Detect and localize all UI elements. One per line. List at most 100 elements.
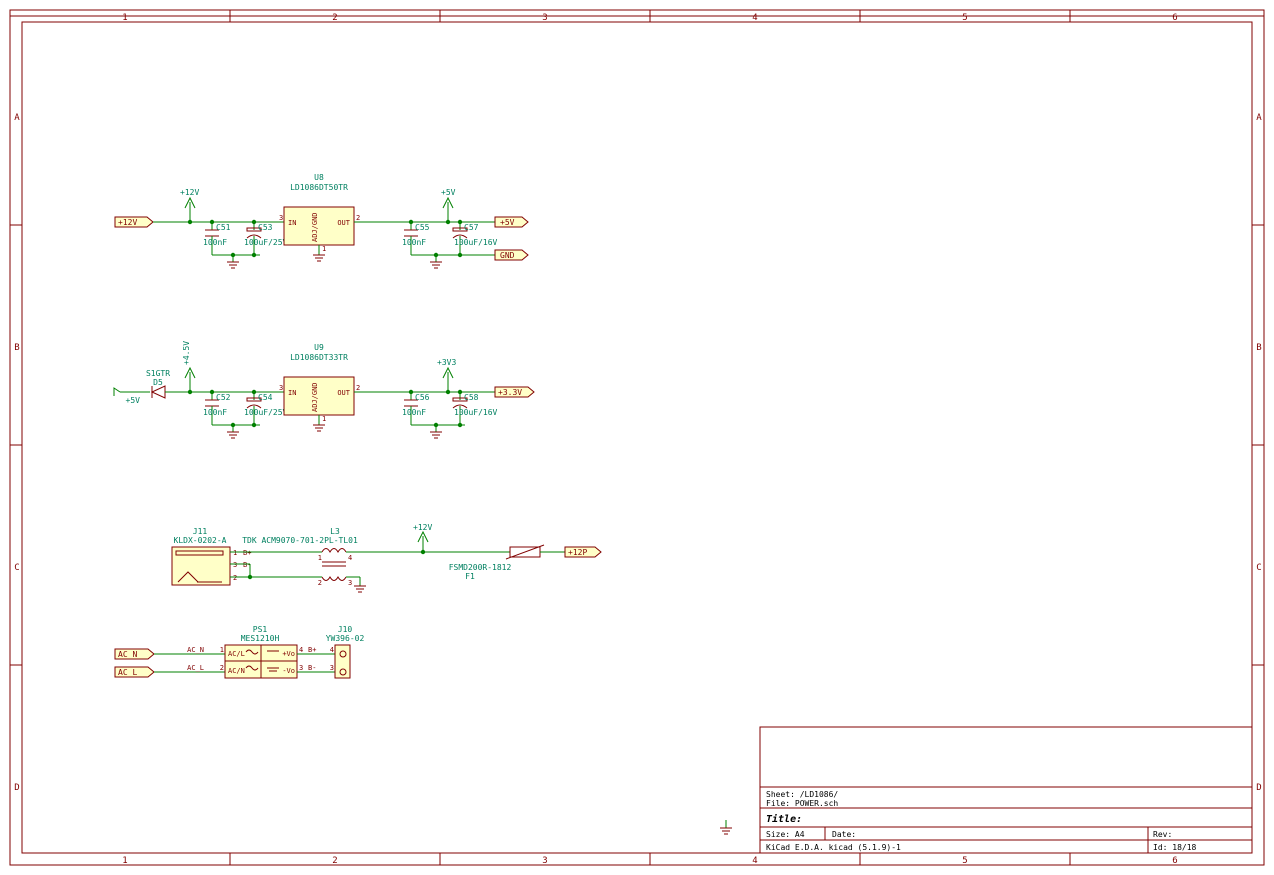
- svg-text:MES1210H: MES1210H: [241, 634, 280, 643]
- svg-text:L3: L3: [330, 527, 340, 536]
- svg-text:3: 3: [542, 13, 547, 23]
- svg-text:U9: U9: [314, 343, 324, 352]
- svg-text:C: C: [14, 563, 19, 573]
- svg-text:1: 1: [322, 415, 326, 423]
- svg-text:1: 1: [122, 13, 127, 23]
- svg-text:1: 1: [318, 554, 322, 562]
- regulator-block-3v3: +5V S1GTR D5 +4.5V C52 100nF C54 100uF/2…: [114, 341, 534, 438]
- svg-text:6: 6: [1172, 856, 1177, 866]
- svg-text:2: 2: [233, 574, 237, 582]
- svg-text:AC_N: AC_N: [187, 646, 204, 654]
- cap-c55: C55 100nF: [402, 222, 430, 255]
- svg-text:J11: J11: [193, 527, 208, 536]
- svg-text:100uF/25V: 100uF/25V: [244, 408, 288, 417]
- cap-c56: C56 100nF: [402, 392, 430, 425]
- svg-text:B: B: [1256, 343, 1261, 353]
- svg-text:AC_N: AC_N: [118, 650, 137, 659]
- svg-text:1: 1: [220, 646, 224, 654]
- cap-c58: C58 100uF/16V: [453, 392, 498, 425]
- svg-text:ADJ/GND: ADJ/GND: [311, 212, 319, 242]
- svg-text:-Vo: -Vo: [282, 667, 295, 675]
- svg-text:Id: 18/18: Id: 18/18: [1153, 843, 1197, 852]
- svg-text:KLDX-0202-A: KLDX-0202-A: [174, 536, 227, 545]
- svg-text:+3.3V: +3.3V: [498, 388, 522, 397]
- svg-text:FSMD200R-1812: FSMD200R-1812: [449, 563, 512, 572]
- svg-text:100uF/16V: 100uF/16V: [454, 238, 498, 247]
- svg-text:2: 2: [356, 214, 360, 222]
- svg-text:3: 3: [542, 856, 547, 866]
- svg-text:KiCad E.D.A. kicad (5.1.9)-1: KiCad E.D.A. kicad (5.1.9)-1: [766, 843, 901, 852]
- netlabel-12v-in: +12V: [115, 217, 153, 227]
- svg-text:B+: B+: [243, 549, 251, 557]
- svg-text:100uF/16V: 100uF/16V: [454, 408, 498, 417]
- svg-text:+12P: +12P: [568, 548, 587, 557]
- svg-text:4: 4: [752, 13, 757, 23]
- cap-c53: C53 100uF/25V: [244, 222, 288, 255]
- svg-text:5: 5: [962, 13, 967, 23]
- svg-text:LD1086DT50TR: LD1086DT50TR: [290, 183, 348, 192]
- power-5v: +5V: [441, 188, 456, 222]
- svg-text:C: C: [1256, 563, 1261, 573]
- svg-text:+12V: +12V: [180, 188, 199, 197]
- svg-text:+5V: +5V: [500, 218, 515, 227]
- fuse-f1: FSMD200R-1812 F1: [449, 545, 544, 581]
- svg-text:B-: B-: [308, 664, 316, 672]
- ac-input-block: AC_N AC_L AC_N 1 AC_L 2 PS1 MES1210H AC/…: [115, 625, 364, 678]
- svg-text:J10: J10: [338, 625, 353, 634]
- svg-text:IN: IN: [288, 219, 296, 227]
- svg-text:100uF/25V: 100uF/25V: [244, 238, 288, 247]
- svg-text:AC/N: AC/N: [228, 667, 245, 675]
- svg-text:1: 1: [233, 549, 237, 557]
- svg-text:AC/L: AC/L: [228, 650, 245, 658]
- svg-text:100nF: 100nF: [402, 408, 426, 417]
- svg-text:PS1: PS1: [253, 625, 268, 634]
- svg-text:F1: F1: [465, 572, 475, 581]
- svg-text:C52: C52: [216, 393, 231, 402]
- svg-text:+12V: +12V: [413, 523, 432, 532]
- svg-text:100nF: 100nF: [203, 238, 227, 247]
- svg-text:GND: GND: [500, 251, 515, 260]
- svg-text:2: 2: [332, 13, 337, 23]
- svg-text:3: 3: [279, 384, 283, 392]
- svg-text:D: D: [14, 783, 19, 793]
- schematic-canvas: 1 2 3 4 5 6 1 2 3 4 5 6 AA BB CC DD Shee…: [0, 0, 1274, 875]
- svg-text:Size: A4: Size: A4: [766, 830, 805, 839]
- svg-text:C56: C56: [415, 393, 430, 402]
- svg-text:File: POWER.sch: File: POWER.sch: [766, 799, 838, 808]
- svg-text:100nF: 100nF: [402, 238, 426, 247]
- cap-c51: C51 100nF: [203, 222, 231, 255]
- svg-text:+3V3: +3V3: [437, 358, 456, 367]
- svg-text:U8: U8: [314, 173, 324, 182]
- svg-text:AC_L: AC_L: [118, 668, 137, 677]
- svg-text:3: 3: [299, 664, 303, 672]
- svg-text:Title:: Title:: [766, 813, 802, 825]
- svg-text:2: 2: [318, 579, 322, 587]
- svg-text:TDK ACM9070-701-2PL-TL01: TDK ACM9070-701-2PL-TL01: [242, 536, 358, 545]
- svg-text:B: B: [14, 343, 19, 353]
- svg-text:4: 4: [348, 554, 352, 562]
- svg-text:1: 1: [122, 856, 127, 866]
- svg-text:Rev:: Rev:: [1153, 830, 1172, 839]
- cap-c54: C54 100uF/25V: [244, 392, 288, 425]
- page-frame: 1 2 3 4 5 6 1 2 3 4 5 6 AA BB CC DD: [10, 10, 1264, 866]
- svg-text:OUT: OUT: [337, 389, 350, 397]
- svg-text:+5V: +5V: [441, 188, 456, 197]
- svg-text:4: 4: [752, 856, 757, 866]
- gnd-symbol: [720, 820, 732, 834]
- svg-text:AC_L: AC_L: [187, 664, 204, 672]
- svg-text:C53: C53: [258, 223, 273, 232]
- svg-text:D: D: [1256, 783, 1261, 793]
- power-12v: +12V: [180, 188, 199, 222]
- svg-text:B+: B+: [308, 646, 316, 654]
- dc-input-block: J11 KLDX-0202-A 1 B+ 3 B- 2 L3 TDK ACM90…: [172, 523, 601, 592]
- svg-text:1: 1: [322, 245, 326, 253]
- svg-text:3: 3: [330, 664, 334, 672]
- reg-u8: U8 LD1086DT50TR IN OUT 3 2 ADJ/GND 1: [279, 173, 360, 261]
- svg-text:2: 2: [332, 856, 337, 866]
- reg-u9: U9 LD1086DT33TR IN OUT 3 2 ADJ/GND 1: [279, 343, 360, 431]
- svg-text:5: 5: [962, 856, 967, 866]
- svg-text:100nF: 100nF: [203, 408, 227, 417]
- svg-text:2: 2: [356, 384, 360, 392]
- svg-text:+4.5V: +4.5V: [182, 341, 191, 365]
- diode-d5: S1GTR D5: [146, 369, 170, 398]
